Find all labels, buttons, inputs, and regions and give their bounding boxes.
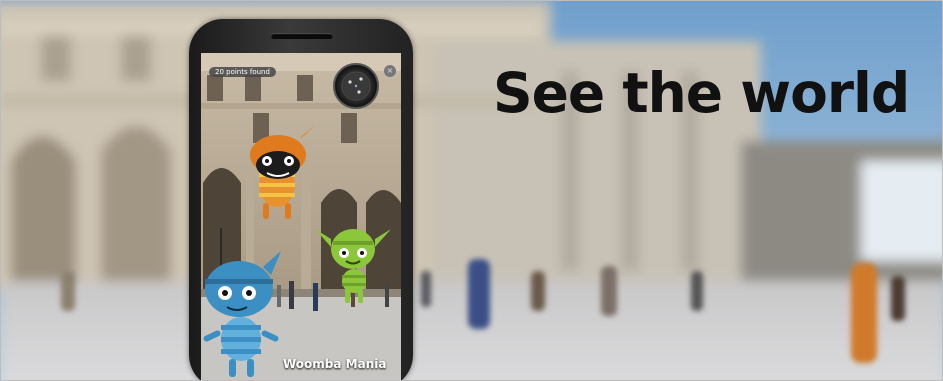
app-name-label: Woomba Mania [283,357,387,371]
smartphone: 20 points found × Woomba Mania [189,19,413,380]
points-found-badge: 20 points found [209,67,276,77]
phone-speaker [271,33,333,39]
radar-icon[interactable] [333,63,379,109]
radar-dots [341,71,371,101]
ad-banner: See the world 20 points found × Woomba M… [0,0,943,381]
close-icon[interactable]: × [384,65,396,77]
phone-screen: 20 points found × Woomba Mania [201,53,401,380]
headline: See the world [493,61,910,125]
background-scene [1,1,942,380]
